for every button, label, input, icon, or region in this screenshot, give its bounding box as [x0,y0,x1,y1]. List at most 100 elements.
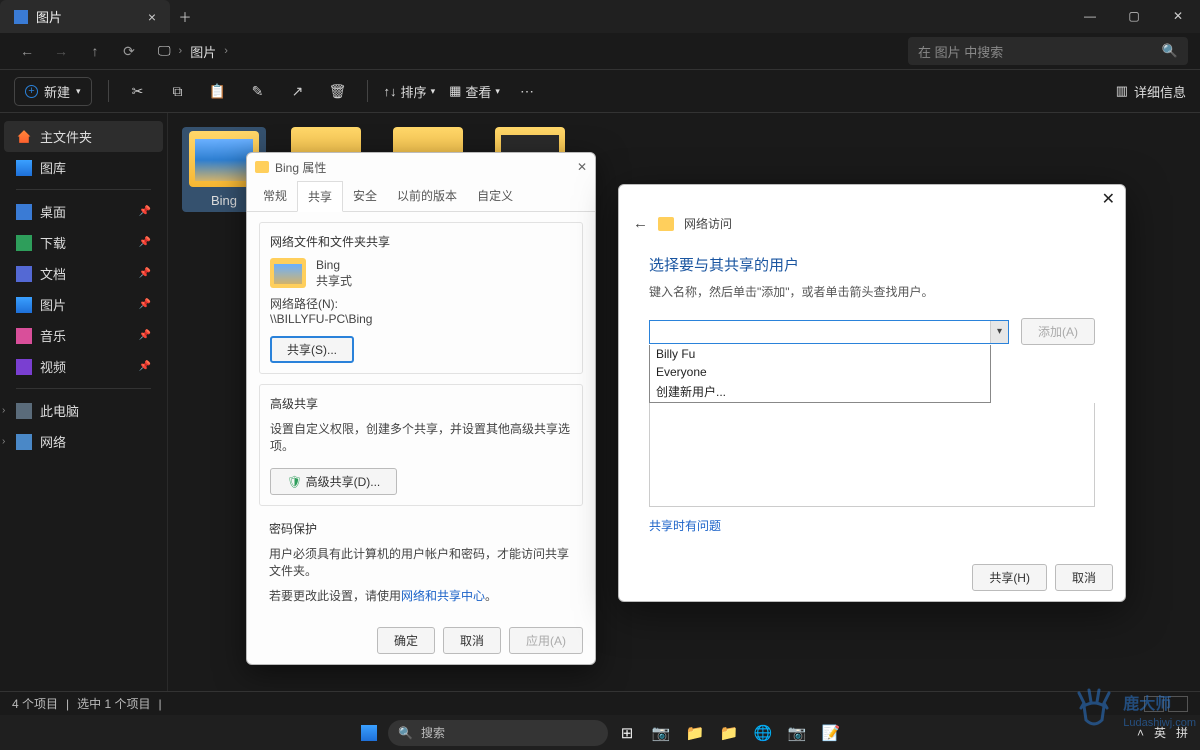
section-desc: 设置自定义权限，创建多个共享，并设置其他高级共享选项。 [270,420,572,454]
breadcrumb[interactable]: 🖵 › 图片 › [158,42,228,61]
wizard-title: 网络访问 [684,215,732,232]
sidebar-pictures[interactable]: 图片📌 [4,289,163,320]
sidebar-desktop[interactable]: 桌面📌 [4,196,163,227]
pin-icon: 📌 [139,206,151,217]
chevron-right-icon: › [179,45,183,57]
new-tab-button[interactable]: ＋ [170,7,200,26]
new-button[interactable]: + 新建 ▾ [14,77,92,106]
address-bar: ← → ↑ ⟳ 🖵 › 图片 › 在 图片 中搜索 🔍 [0,33,1200,69]
taskbar-search[interactable]: 🔍搜索 [388,720,608,746]
forward-button[interactable]: → [46,43,76,59]
close-icon[interactable]: ✕ [1102,189,1115,209]
dialog-titlebar[interactable]: Bing 属性 ✕ [247,153,595,181]
close-window-button[interactable]: ✕ [1156,0,1200,33]
copy-button[interactable]: ⧉ [165,83,191,100]
dropdown-option[interactable]: 创建新用户... [650,381,990,402]
network-path: \\BILLYFU-PC\Bing [270,312,572,326]
pictures-icon [16,297,32,313]
pwd-desc2: 若要更改此设置，请使用网络和共享中心。 [269,587,573,604]
window-tab[interactable]: 图片 × [0,0,170,33]
up-button[interactable]: ↑ [80,43,110,59]
share-help-link[interactable]: 共享时有问题 [649,519,721,533]
close-icon[interactable]: ✕ [577,160,587,174]
sidebar-documents[interactable]: 文档📌 [4,258,163,289]
pin-icon: 📌 [139,299,151,310]
paste-button[interactable]: 📋 [205,83,231,100]
search-placeholder: 在 图片 中搜索 [918,42,1162,61]
more-button[interactable]: ⋯ [514,83,540,100]
back-button[interactable]: ← [12,43,42,59]
tab-previous[interactable]: 以前的版本 [387,181,467,211]
taskbar-app[interactable]: 📁 [714,718,744,748]
cancel-button[interactable]: 取消 [443,627,501,654]
taskbar-app[interactable]: 📷 [782,718,812,748]
delete-button[interactable]: 🗑 [325,83,351,100]
desktop-icon [16,204,32,220]
refresh-button[interactable]: ⟳ [114,43,144,60]
task-view-button[interactable]: ⊞ [612,718,642,748]
gallery-icon [16,160,32,176]
folder-icon [255,161,269,173]
search-box[interactable]: 在 图片 中搜索 🔍 [908,37,1188,65]
back-button[interactable]: ← [633,215,648,232]
sidebar-videos[interactable]: 视频📌 [4,351,163,382]
pin-icon: 📌 [139,268,151,279]
chevron-right-icon: › [224,45,228,57]
chevron-down-icon[interactable]: ▾ [990,321,1008,343]
dropdown-option[interactable]: Everyone [650,363,990,381]
share-confirm-button[interactable]: 共享(H) [972,564,1047,591]
user-combo[interactable]: ▾ [649,320,1009,344]
share-button[interactable]: 共享(S)... [270,336,354,363]
network-center-link[interactable]: 网络和共享中心 [401,589,485,603]
network-access-icon [658,217,674,231]
taskbar-app[interactable]: 📁 [680,718,710,748]
maximize-button[interactable]: ▢ [1112,0,1156,33]
wizard-heading: 选择要与其共享的用户 [649,254,1095,275]
taskbar-app[interactable]: 📷 [646,718,676,748]
sidebar-thispc[interactable]: ›此电脑 [4,395,163,426]
path-label: 网络路径(N): [270,295,572,312]
pictures-icon [14,10,28,24]
pwd-desc1: 用户必须具有此计算机的用户帐户和密码，才能访问共享文件夹。 [269,545,573,579]
sidebar: 主文件夹 图库 桌面📌 下载📌 文档📌 图片📌 音乐📌 视频📌 ›此电脑 ›网络 [0,113,168,715]
pin-icon: 📌 [139,361,151,372]
pin-icon: 📌 [139,330,151,341]
minimize-button[interactable]: — [1068,0,1112,33]
tab-sharing[interactable]: 共享 [297,181,343,212]
ok-button[interactable]: 确定 [377,627,435,654]
cancel-button[interactable]: 取消 [1055,564,1113,591]
download-icon [16,235,32,251]
dropdown-option[interactable]: Billy Fu [650,345,990,363]
deer-logo-icon [1069,688,1119,730]
permissions-list[interactable] [649,403,1095,507]
details-pane-button[interactable]: ▥ 详细信息 [1116,82,1186,101]
sidebar-gallery[interactable]: 图库 [4,152,163,183]
start-button[interactable] [354,718,384,748]
add-button[interactable]: 添加(A) [1021,318,1095,345]
tab-general[interactable]: 常规 [253,181,297,211]
sidebar-downloads[interactable]: 下载📌 [4,227,163,258]
wizard-desc: 键入名称，然后单击"添加"，或者单击箭头查找用户。 [649,283,1095,300]
tab-security[interactable]: 安全 [343,181,387,211]
user-input[interactable] [650,321,990,343]
section-title: 网络文件和文件夹共享 [270,233,572,250]
taskbar-app[interactable]: 🌐 [748,718,778,748]
apply-button[interactable]: 应用(A) [509,627,583,654]
sidebar-home[interactable]: 主文件夹 [4,121,163,152]
sidebar-network[interactable]: ›网络 [4,426,163,457]
advanced-share-button[interactable]: 🛡 高级共享(D)... [270,468,397,495]
cut-button[interactable]: ✂ [125,83,151,100]
rename-button[interactable]: ✎ [245,83,271,100]
sort-button[interactable]: ↑↓ 排序 ▾ [384,82,436,101]
close-tab-icon[interactable]: × [148,9,156,25]
tab-title: 图片 [36,7,62,26]
tab-customize[interactable]: 自定义 [467,181,523,211]
dialog-titlebar[interactable]: ✕ [619,185,1125,213]
section-title: 高级共享 [270,395,572,412]
status-bar: 4 个项目 | 选中 1 个项目 | [0,691,1200,715]
share-button[interactable]: ↗ [285,83,311,100]
view-button[interactable]: ▦ 查看 ▾ [449,82,500,101]
taskbar-app[interactable]: 📝 [816,718,846,748]
password-section: 密码保护 用户必须具有此计算机的用户帐户和密码，才能访问共享文件夹。 若要更改此… [259,516,583,608]
sidebar-music[interactable]: 音乐📌 [4,320,163,351]
